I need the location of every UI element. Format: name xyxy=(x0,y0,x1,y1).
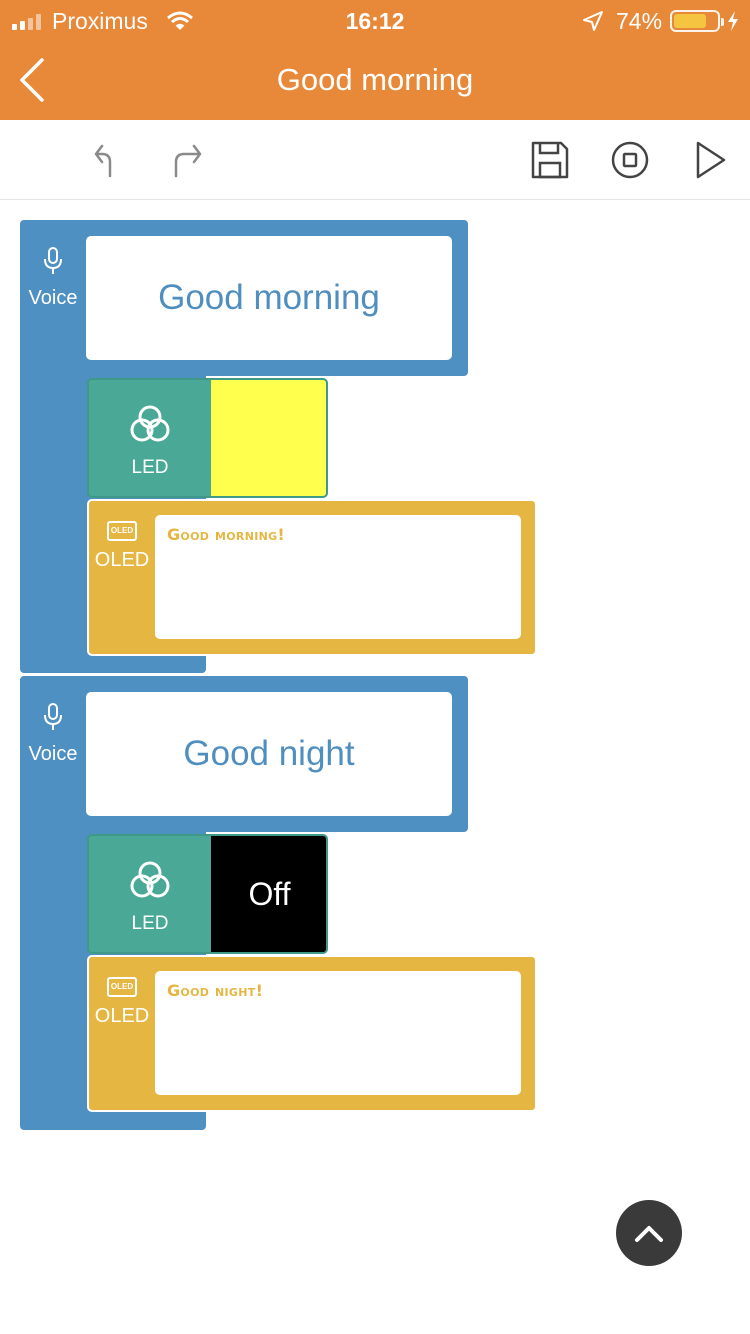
led-block-header: LED xyxy=(89,380,211,496)
led-label: LED xyxy=(131,913,169,934)
oled-screen-icon: OLED xyxy=(107,977,137,997)
oled-screen-icon: OLED xyxy=(107,521,137,541)
location-arrow-icon xyxy=(583,11,603,31)
page-title: Good morning xyxy=(276,62,474,97)
editor-toolbar xyxy=(0,120,750,200)
voice-phrase-field[interactable]: Good morning xyxy=(86,236,452,360)
voice-label: Voice xyxy=(28,743,78,765)
oled-block-header: OLED OLED xyxy=(89,501,155,572)
redo-icon[interactable] xyxy=(166,138,210,182)
voice-phrase-field[interactable]: Good night xyxy=(86,692,452,816)
oled-label: OLED xyxy=(94,1005,150,1027)
oled-block[interactable]: OLED OLED Good night! xyxy=(87,955,537,1112)
led-block[interactable]: LED xyxy=(87,378,328,498)
app-header: Proximus 16:12 74% Good morning xyxy=(0,0,750,120)
voice-block-header: Voice xyxy=(20,246,86,310)
status-bar: Proximus 16:12 74% xyxy=(0,0,750,42)
led-color-swatch[interactable]: Off xyxy=(211,836,326,952)
oled-text-field[interactable]: Good night! xyxy=(155,971,521,1095)
voice-block-header: Voice xyxy=(20,702,86,766)
led-color-swatch[interactable] xyxy=(211,380,326,496)
rgb-circles-icon xyxy=(130,405,170,442)
led-block-header: LED xyxy=(89,836,211,952)
play-icon[interactable] xyxy=(688,138,732,182)
oled-block[interactable]: OLED OLED Good morning! xyxy=(87,499,537,656)
oled-text-field[interactable]: Good morning! xyxy=(155,515,521,639)
oled-block-header: OLED OLED xyxy=(89,957,155,1028)
battery-percent: 74% xyxy=(616,8,663,34)
led-label: LED xyxy=(131,457,169,478)
microphone-icon xyxy=(44,703,62,730)
scroll-to-top-button[interactable] xyxy=(616,1200,682,1266)
save-icon[interactable] xyxy=(528,138,572,182)
charging-bolt-icon xyxy=(728,11,738,31)
chevron-up-icon xyxy=(635,1226,663,1242)
oled-label: OLED xyxy=(94,549,150,571)
battery-icon xyxy=(670,10,724,32)
undo-icon[interactable] xyxy=(88,138,132,182)
stop-icon[interactable] xyxy=(608,138,652,182)
led-block[interactable]: LED Off xyxy=(87,834,328,954)
rgb-circles-icon xyxy=(130,861,170,898)
microphone-icon xyxy=(44,247,62,274)
voice-label: Voice xyxy=(28,287,78,309)
